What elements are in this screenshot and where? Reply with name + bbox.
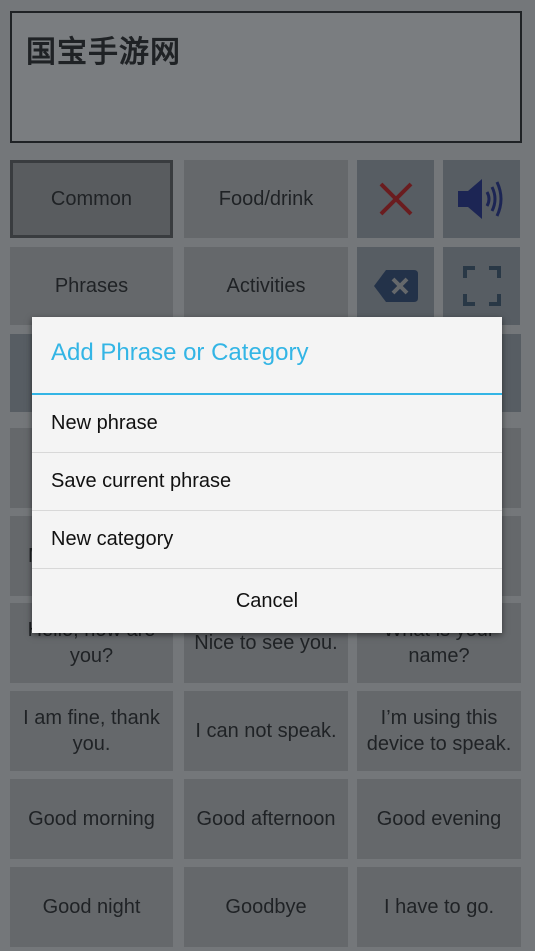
new-phrase-option[interactable]: New phrase [32, 395, 502, 453]
option-label: New phrase [51, 412, 158, 434]
cancel-button[interactable]: Cancel [32, 570, 502, 633]
new-category-option[interactable]: New category [32, 511, 502, 569]
cancel-label: Cancel [235, 590, 299, 612]
save-current-phrase-option[interactable]: Save current phrase [32, 453, 502, 511]
option-label: New category [51, 528, 174, 550]
add-phrase-dialog: Add Phrase or Category New phrase Save c… [32, 317, 502, 633]
option-label: Save current phrase [51, 470, 232, 492]
dialog-title: Add Phrase or Category [51, 339, 309, 366]
